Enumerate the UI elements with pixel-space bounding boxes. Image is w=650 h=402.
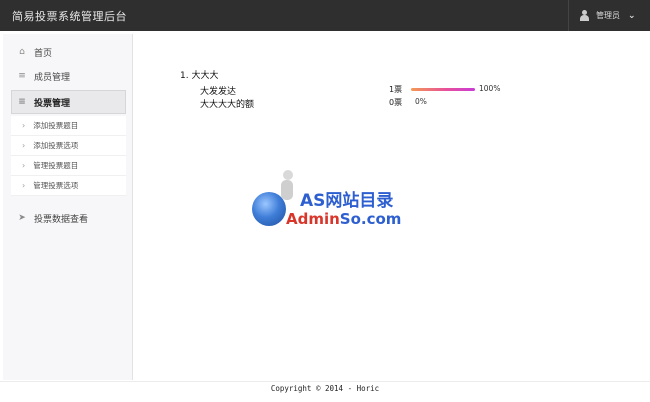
submenu-label: 添加投票题目 [33,121,79,130]
chevron-right-icon: › [22,121,26,130]
watermark-text: AS网站目录 [300,191,394,211]
submenu-add-option[interactable]: › 添加投票选项 [11,136,126,156]
sidebar-item-home[interactable]: ⌂ 首页 [3,40,132,64]
top-navbar: 简易投票系统管理后台 管理员 ⌄ [0,0,650,31]
list-icon: ≡ [18,97,26,107]
sidebar-item-label: 投票管理 [34,98,71,109]
sidebar-item-label: 成员管理 [34,72,71,83]
submenu-manage-options[interactable]: › 管理投票选项 [11,176,126,196]
submenu-label: 添加投票选项 [33,141,79,150]
poll-question: 1. 大大大 [180,71,219,81]
submenu-label: 管理投票题目 [33,161,79,170]
submenu-add-question[interactable]: › 添加投票题目 [11,116,126,136]
submenu-label: 管理投票选项 [33,181,79,190]
app-title[interactable]: 简易投票系统管理后台 [12,8,127,24]
user-name: 管理员 [596,11,620,20]
watermark-domain: AdminSo.com [286,210,402,228]
sidebar-item-label: 首页 [34,48,53,59]
poll-option-percent: 100% [479,84,501,93]
home-icon: ⌂ [19,47,25,57]
user-menu[interactable]: 管理员 ⌄ [568,0,650,31]
chevron-right-icon: › [22,141,26,150]
send-icon: ➤ [18,213,26,223]
poll-option-votes: 0票 [389,98,403,107]
poll-option-label: 大发发达 [200,87,237,97]
copyright-text: Copyright © 2014 - Horic [270,384,380,393]
person-figure-icon [276,170,298,210]
submenu-votes: › 添加投票题目 › 添加投票选项 › 管理投票题目 › 管理投票选项 [11,116,126,196]
chevron-right-icon: › [22,161,26,170]
footer: Copyright © 2014 - Horic [0,381,650,402]
sidebar-item-members[interactable]: ≡ 成员管理 [3,64,132,88]
chevron-down-icon: ⌄ [628,10,636,21]
user-icon [579,10,590,21]
poll-option-bar [411,88,475,91]
poll-option-label: 大大大大的额 [200,100,255,110]
submenu-manage-questions[interactable]: › 管理投票题目 [11,156,126,176]
sidebar: ⌂ 首页 ≡ 成员管理 ≡ 投票管理 › 添加投票题目 › 添加投票选项 › 管… [3,34,133,380]
watermark-logo: AS网站目录 AdminSo.com [250,168,420,238]
sidebar-item-vote-data[interactable]: ➤ 投票数据查看 [3,206,132,230]
poll-option-votes: 1票 [389,85,403,94]
list-icon: ≡ [18,71,26,81]
sidebar-item-votes[interactable]: ≡ 投票管理 [11,90,126,114]
chevron-right-icon: › [22,181,26,190]
sidebar-item-label: 投票数据查看 [34,214,89,225]
poll-option-percent: 0% [415,97,427,106]
